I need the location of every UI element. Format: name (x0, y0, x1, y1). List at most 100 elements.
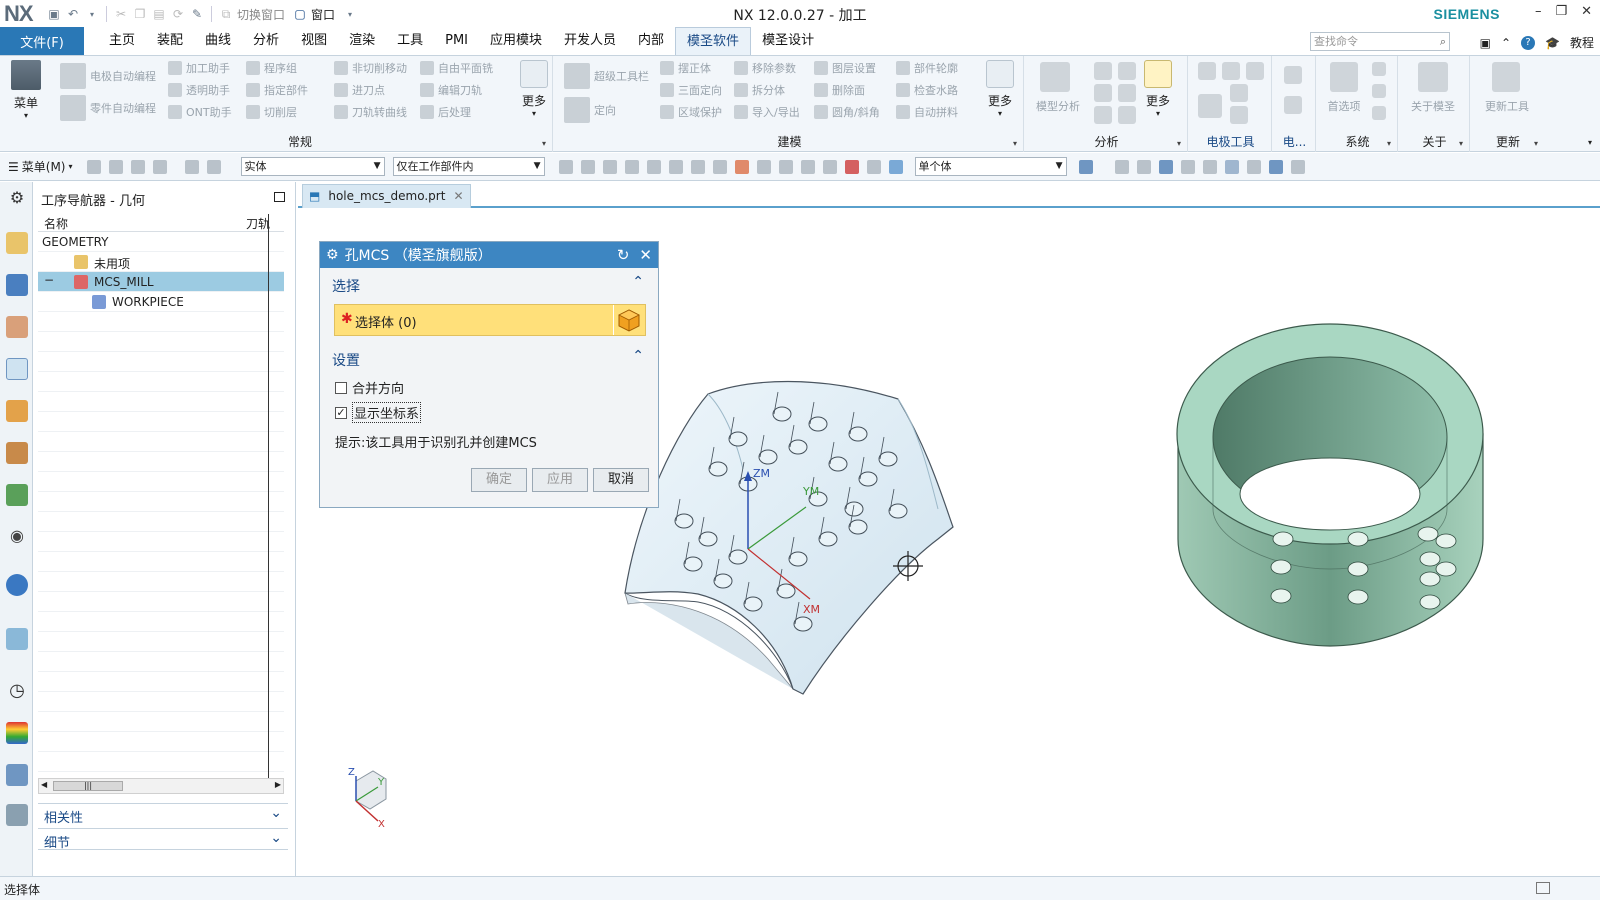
ribbon-command-9[interactable]: 编辑刀轨 (420, 80, 482, 100)
model-analysis-label[interactable]: 模型分析 (1026, 98, 1090, 114)
select-section-header[interactable]: 选择 ⌃ (326, 272, 652, 298)
hole-feature[interactable] (713, 573, 733, 589)
snap-icon[interactable] (646, 159, 661, 174)
tab-8[interactable]: 应用模块 (479, 27, 553, 55)
electrode-short-label[interactable]: 电... (1274, 133, 1315, 150)
reset-icon[interactable]: ↻ (617, 246, 630, 264)
hole-feature[interactable] (698, 531, 718, 547)
ribbon-command-5[interactable]: 定向 (564, 97, 616, 123)
view-tool-icon[interactable] (1114, 159, 1129, 174)
tutorial-label[interactable]: 教程 (1570, 34, 1594, 51)
show-csys-checkbox[interactable]: ✓ 显示坐标系 (335, 402, 422, 423)
gear-icon[interactable]: ⚙ (6, 188, 28, 210)
ribbon-options-dropdown-icon[interactable]: ▾ (1588, 138, 1592, 147)
merge-direction-box[interactable] (335, 381, 347, 394)
electrode-tool-icon[interactable] (1198, 94, 1222, 118)
eye-icon[interactable]: ◉ (6, 526, 28, 548)
column-name-header[interactable]: 名称 (44, 215, 68, 232)
analysis-tool-icon[interactable] (1118, 62, 1136, 80)
ribbon-command-8[interactable]: 删除面 (814, 80, 865, 100)
menu-dropdown[interactable]: ☰ 菜单(M) ▾ (8, 158, 73, 175)
select-body-button[interactable] (613, 305, 645, 335)
ribbon-command-0[interactable]: 电极自动编程 (60, 63, 156, 89)
hole-feature[interactable] (793, 616, 813, 632)
modeling-more-button[interactable]: 更多 ▾ (980, 60, 1020, 118)
ring-hole-feature[interactable] (1419, 594, 1441, 610)
ring-hole-feature[interactable] (1270, 588, 1292, 604)
ribbon-command-6[interactable]: 透明助手 (168, 80, 230, 100)
cut-icon[interactable]: ✂ (113, 6, 129, 22)
analysis-tool-icon[interactable] (1094, 106, 1112, 124)
window-menu-button[interactable]: 窗口 (311, 6, 335, 23)
info-icon[interactable] (6, 574, 28, 596)
tab-1[interactable]: 装配 (146, 27, 194, 55)
switch-window-icon[interactable]: ⧉ (218, 6, 234, 22)
ring-hole-feature[interactable] (1435, 561, 1457, 577)
undo-icon[interactable]: ↶ (65, 6, 81, 22)
navigator-row[interactable]: 未用项 (38, 252, 284, 272)
hole-feature[interactable] (878, 451, 898, 467)
web-browser-icon[interactable] (6, 628, 28, 650)
file-menu-tab[interactable]: 文件(F) (0, 27, 84, 55)
about-icon[interactable] (1418, 62, 1448, 92)
toolbar-icon[interactable] (206, 159, 221, 174)
snap-icon[interactable] (602, 159, 617, 174)
snap-icon[interactable] (800, 159, 815, 174)
snap-icon[interactable] (844, 159, 859, 174)
ring-hole-feature[interactable] (1347, 561, 1369, 577)
snap-icon[interactable] (778, 159, 793, 174)
tab-0[interactable]: 主页 (98, 27, 146, 55)
scroll-right-icon[interactable]: ▶ (275, 780, 281, 789)
ribbon-command-2[interactable]: 移除参数 (734, 58, 796, 78)
snap-icon[interactable] (888, 159, 903, 174)
ribbon-command-0[interactable]: 超级工具栏 (564, 63, 649, 89)
hole-feature[interactable] (888, 503, 908, 519)
ribbon-command-7[interactable]: 指定部件 (246, 80, 308, 100)
details-panel-header[interactable]: 细节 ⌄ (38, 828, 288, 851)
scope-filter-select[interactable]: 仅在工作部件内 ▼ (392, 157, 545, 176)
tutorial-icon[interactable]: 🎓 (1545, 36, 1560, 50)
tab-3[interactable]: 分析 (242, 27, 290, 55)
general-more-button[interactable]: 更多 ▾ (514, 60, 554, 118)
electrode-tool-icon[interactable] (1230, 84, 1248, 102)
ribbon-command-10[interactable]: 区域保护 (660, 102, 722, 122)
snap-icon[interactable] (558, 159, 573, 174)
copy-icon[interactable]: ❐ (132, 6, 148, 22)
ribbon-options-icon[interactable]: ▣ (1480, 36, 1491, 50)
window-icon[interactable]: ▢ (292, 6, 308, 22)
view-tool-icon[interactable] (1136, 159, 1151, 174)
tab-2[interactable]: 曲线 (194, 27, 242, 55)
toolbar-icon[interactable] (86, 159, 101, 174)
hole-feature[interactable] (758, 449, 778, 465)
ring-hole-feature[interactable] (1435, 533, 1457, 549)
ring-hole-feature[interactable] (1419, 571, 1441, 587)
hole-feature[interactable] (728, 431, 748, 447)
system-tool-icon[interactable] (1372, 62, 1386, 76)
view-tool-icon[interactable] (1224, 159, 1239, 174)
view-tool-icon[interactable] (1180, 159, 1195, 174)
ribbon-command-2[interactable]: 程序组 (246, 58, 297, 78)
hole-feature[interactable] (858, 471, 878, 487)
apply-button[interactable]: 应用 (532, 468, 588, 492)
snap-icon[interactable] (624, 159, 639, 174)
machine-tool-icon[interactable] (6, 400, 28, 422)
command-search-input[interactable]: 查找命令 ⌕ (1310, 32, 1450, 51)
snap-icon[interactable] (866, 159, 881, 174)
hole-feature[interactable] (772, 406, 792, 422)
hole-feature[interactable] (788, 551, 808, 567)
ribbon-command-4[interactable]: 自由平面铣 (420, 58, 493, 78)
hole-feature[interactable] (788, 439, 808, 455)
hole-feature[interactable] (743, 596, 763, 612)
maximize-icon[interactable] (274, 192, 285, 202)
save-icon[interactable]: ▣ (46, 6, 62, 22)
scrollbar-thumb[interactable]: ||| (53, 781, 123, 791)
ribbon-command-6[interactable]: 三面定向 (660, 80, 722, 100)
tab-12[interactable]: 模圣设计 (751, 27, 825, 55)
analysis-tool-icon[interactable] (1094, 84, 1112, 102)
operation-navigator-icon[interactable] (6, 358, 28, 380)
update-icon[interactable] (1492, 62, 1520, 92)
dependencies-panel-header[interactable]: 相关性 ⌄ (38, 803, 288, 826)
close-icon[interactable]: ✕ (1581, 4, 1592, 19)
ribbon-command-4[interactable]: 部件轮廓 (896, 58, 958, 78)
collapse-node-icon[interactable]: − (44, 273, 54, 287)
